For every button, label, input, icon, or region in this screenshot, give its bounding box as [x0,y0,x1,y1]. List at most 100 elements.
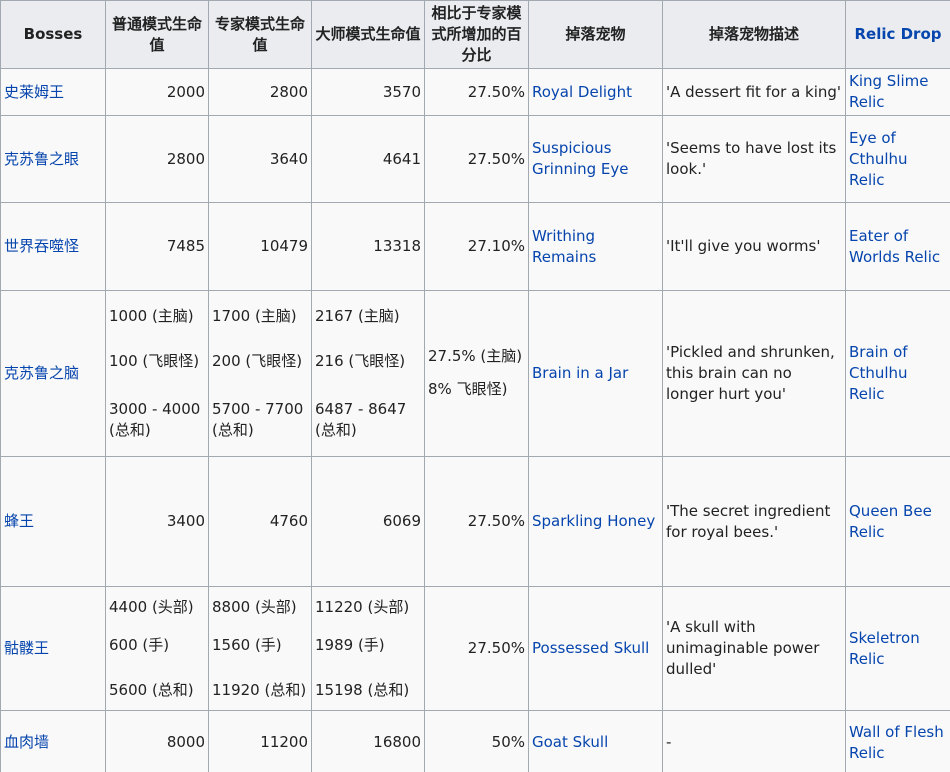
table-row: 骷髅王 4400 (头部) 600 (手) 5600 (总和) 8800 (头部… [0,586,950,711]
pet-desc-cell: 'The secret ingredient for royal bees.' [662,456,846,587]
pet-desc-cell: 'A skull with unimaginable power dulled' [662,586,846,711]
expert-hp-cell: 8800 (头部) 1560 (手) 11920 (总和) [208,586,312,711]
hp-part-hand: 600 (手) [109,635,170,654]
relic-link[interactable]: Brain of Cthulhu Relic [849,343,908,403]
boss-link[interactable]: 蜂王 [4,512,34,530]
hp-part-total: 15198 (总和) [315,680,410,699]
hp-part-head: 4400 (头部) [109,597,194,616]
master-hp-cell: 3570 [311,68,425,116]
relic-link[interactable]: Wall of Flesh Relic [849,723,944,762]
boss-name-cell: 血肉墙 [0,710,106,772]
master-hp-cell: 2167 (主脑) 216 (飞眼怪) 6487 - 8647 (总和) [311,290,425,457]
relic-link[interactable]: Eater of Worlds Relic [849,227,940,266]
relic-link[interactable]: Skeletron Relic [849,629,920,668]
header-pet-drop[interactable]: 掉落宠物 [528,0,663,69]
boss-link[interactable]: 克苏鲁之眼 [4,150,79,168]
hp-part-total: 5700 - 7700 (总和) [212,400,304,439]
table-row: 世界吞噬怪 7485 10479 13318 27.10% Writhing R… [0,202,950,291]
pet-link[interactable]: Goat Skull [532,733,608,751]
hp-part-total: 11920 (总和) [212,680,307,699]
boss-name-cell: 史莱姆王 [0,68,106,116]
header-expert-hp[interactable]: 专家模式生命值 [208,0,312,69]
boss-name-cell: 蜂王 [0,456,106,587]
relic-cell: Eye of Cthulhu Relic [845,115,950,203]
boss-name-cell: 骷髅王 [0,586,106,711]
header-master-hp[interactable]: 大师模式生命值 [311,0,425,69]
boss-name-cell: 克苏鲁之眼 [0,115,106,203]
table-row: 克苏鲁之眼 2800 3640 4641 27.50% Suspicious G… [0,115,950,203]
hp-part-head: 11220 (头部) [315,597,410,616]
boss-name-cell: 世界吞噬怪 [0,202,106,291]
pet-cell: Writhing Remains [528,202,663,291]
master-hp-cell: 13318 [311,202,425,291]
relic-link[interactable]: King Slime Relic [849,72,929,111]
pet-cell: Possessed Skull [528,586,663,711]
boss-link[interactable]: 克苏鲁之脑 [4,364,79,382]
relic-cell: Skeletron Relic [845,586,950,711]
normal-hp-cell: 7485 [105,202,209,291]
table-row: 史莱姆王 2000 2800 3570 27.50% Royal Delight… [0,68,950,116]
pet-desc-cell: 'Seems to have lost its look.' [662,115,846,203]
header-pet-desc[interactable]: 掉落宠物描述 [662,0,846,69]
increase-part-creeper: 8% 飞眼怪) [428,379,508,398]
pet-desc-cell: 'It'll give you worms' [662,202,846,291]
relic-cell: Queen Bee Relic [845,456,950,587]
increase-cell: 27.50% [424,68,529,116]
expert-hp-cell: 2800 [208,68,312,116]
pet-link[interactable]: Brain in a Jar [532,364,628,382]
relic-cell: Brain of Cthulhu Relic [845,290,950,457]
increase-cell: 27.10% [424,202,529,291]
pet-cell: Suspicious Grinning Eye [528,115,663,203]
master-hp-cell: 6069 [311,456,425,587]
pet-cell: Brain in a Jar [528,290,663,457]
pet-cell: Goat Skull [528,710,663,772]
expert-hp-cell: 11200 [208,710,312,772]
header-bosses[interactable]: Bosses [0,0,106,69]
boss-name-cell: 克苏鲁之脑 [0,290,106,457]
header-normal-hp[interactable]: 普通模式生命值 [105,0,209,69]
boss-link[interactable]: 史莱姆王 [4,83,64,101]
relic-link[interactable]: Eye of Cthulhu Relic [849,129,908,189]
table-row: 蜂王 3400 4760 6069 27.50% Sparkling Honey… [0,456,950,587]
pet-desc-cell: 'Pickled and shrunken, this brain can no… [662,290,846,457]
increase-cell: 27.5% (主脑) 8% 飞眼怪) [424,290,529,457]
table-row: 血肉墙 8000 11200 16800 50% Goat Skull - Wa… [0,710,950,772]
increase-cell: 27.50% [424,115,529,203]
normal-hp-cell: 8000 [105,710,209,772]
pet-cell: Royal Delight [528,68,663,116]
normal-hp-cell: 2800 [105,115,209,203]
pet-link[interactable]: Royal Delight [532,83,632,101]
hp-part-total: 5600 (总和) [109,680,194,699]
hp-part-hand: 1989 (手) [315,635,385,654]
pet-link[interactable]: Writhing Remains [532,227,596,266]
hp-part-hand: 1560 (手) [212,635,282,654]
relic-cell: Wall of Flesh Relic [845,710,950,772]
normal-hp-cell: 1000 (主脑) 100 (飞眼怪) 3000 - 4000 (总和) [105,290,209,457]
pet-desc-cell: 'A dessert fit for a king' [662,68,846,116]
pet-link[interactable]: Suspicious Grinning Eye [532,139,629,178]
relic-link[interactable]: Queen Bee Relic [849,502,932,541]
boss-link[interactable]: 骷髅王 [4,639,49,657]
pet-link[interactable]: Sparkling Honey [532,512,655,530]
normal-hp-cell: 3400 [105,456,209,587]
pet-cell: Sparkling Honey [528,456,663,587]
boss-link[interactable]: 世界吞噬怪 [4,237,79,255]
expert-hp-cell: 1700 (主脑) 200 (飞眼怪) 5700 - 7700 (总和) [208,290,312,457]
master-hp-cell: 11220 (头部) 1989 (手) 15198 (总和) [311,586,425,711]
boss-link[interactable]: 血肉墙 [4,733,49,751]
pet-link[interactable]: Possessed Skull [532,639,649,657]
header-increase-pct[interactable]: 相比于专家模式所增加的百分比 [424,0,529,69]
hp-part-main: 1700 (主脑) [212,307,297,325]
normal-hp-cell: 2000 [105,68,209,116]
relic-cell: Eater of Worlds Relic [845,202,950,291]
hp-part-main: 1000 (主脑) [109,307,194,325]
master-hp-cell: 16800 [311,710,425,772]
increase-cell: 50% [424,710,529,772]
expert-hp-cell: 3640 [208,115,312,203]
hp-part-head: 8800 (头部) [212,597,297,616]
header-relic-drop[interactable]: Relic Drop [845,0,950,69]
expert-hp-cell: 10479 [208,202,312,291]
increase-cell: 27.50% [424,586,529,711]
normal-hp-cell: 4400 (头部) 600 (手) 5600 (总和) [105,586,209,711]
table-row: 克苏鲁之脑 1000 (主脑) 100 (飞眼怪) 3000 - 4000 (总… [0,290,950,457]
